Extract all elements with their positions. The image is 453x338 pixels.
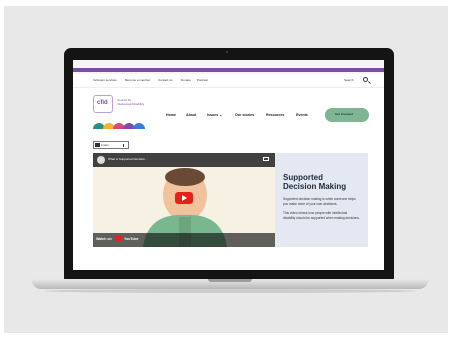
logo-mark: cfid (97, 100, 108, 106)
search-icon[interactable] (363, 77, 368, 82)
listen-label: Listen (101, 143, 110, 147)
get-involved-button[interactable]: Get involved (325, 108, 369, 122)
nav-item-home[interactable]: Home (166, 113, 176, 117)
logo-text: Council for Intellectual Disability (117, 98, 144, 106)
channel-avatar (97, 156, 105, 164)
search-label[interactable]: Search (344, 78, 354, 82)
accent-stripe (73, 68, 384, 72)
nav-item-resources[interactable]: Resources (266, 113, 284, 117)
logo-arcs (93, 123, 145, 129)
utility-link[interactable]: Become a member (125, 78, 150, 82)
get-involved-label: Get involved (335, 112, 354, 116)
utility-link[interactable]: Donate (181, 78, 191, 82)
info-panel: Supported Decision Making Supported deci… (275, 153, 368, 247)
nav-item-events[interactable]: Events (296, 113, 308, 117)
utility-link[interactable]: Inclusion services (93, 78, 117, 82)
panel-paragraph: Supported decision making is when someon… (283, 197, 356, 206)
laptop-screen: Inclusion services Become a member Conta… (73, 60, 384, 270)
utility-link[interactable]: Podcast (197, 78, 208, 82)
panel-title-line: Supported (283, 173, 323, 182)
laptop-shadow (44, 289, 416, 293)
listen-widget[interactable]: Listen (93, 141, 129, 149)
logo-text-line: Intellectual Disability (117, 102, 145, 106)
screenshot-frame: Inclusion services Become a member Conta… (0, 0, 453, 338)
speaker-icon (95, 143, 100, 147)
play-button-icon[interactable] (175, 192, 193, 204)
panel-paragraph: This video shows how people with intelle… (283, 211, 360, 220)
utility-link[interactable]: Contact us (158, 78, 172, 82)
panel-title: Supported Decision Making (283, 173, 346, 191)
youtube-brand[interactable]: YouTube (124, 237, 138, 241)
nav-item-issues[interactable]: Issues ⌄ (207, 113, 222, 117)
play-icon (123, 144, 124, 147)
laptop-notch (208, 279, 252, 282)
embedded-video[interactable]: What is Supported Decision... Watch on Y… (93, 153, 275, 247)
share-icon[interactable] (263, 157, 269, 161)
nav-item-our-stories[interactable]: Our stories (235, 113, 254, 117)
panel-title-line: Decision Making (283, 182, 347, 191)
webcam-icon (226, 51, 228, 53)
video-title[interactable]: What is Supported Decision... (108, 157, 148, 161)
youtube-icon[interactable] (115, 236, 122, 241)
site-logo[interactable]: cfid (93, 95, 113, 113)
watch-on-label[interactable]: Watch on (96, 237, 112, 241)
utility-nav: Inclusion services Become a member Conta… (73, 75, 384, 88)
nav-item-about[interactable]: About (186, 113, 196, 117)
